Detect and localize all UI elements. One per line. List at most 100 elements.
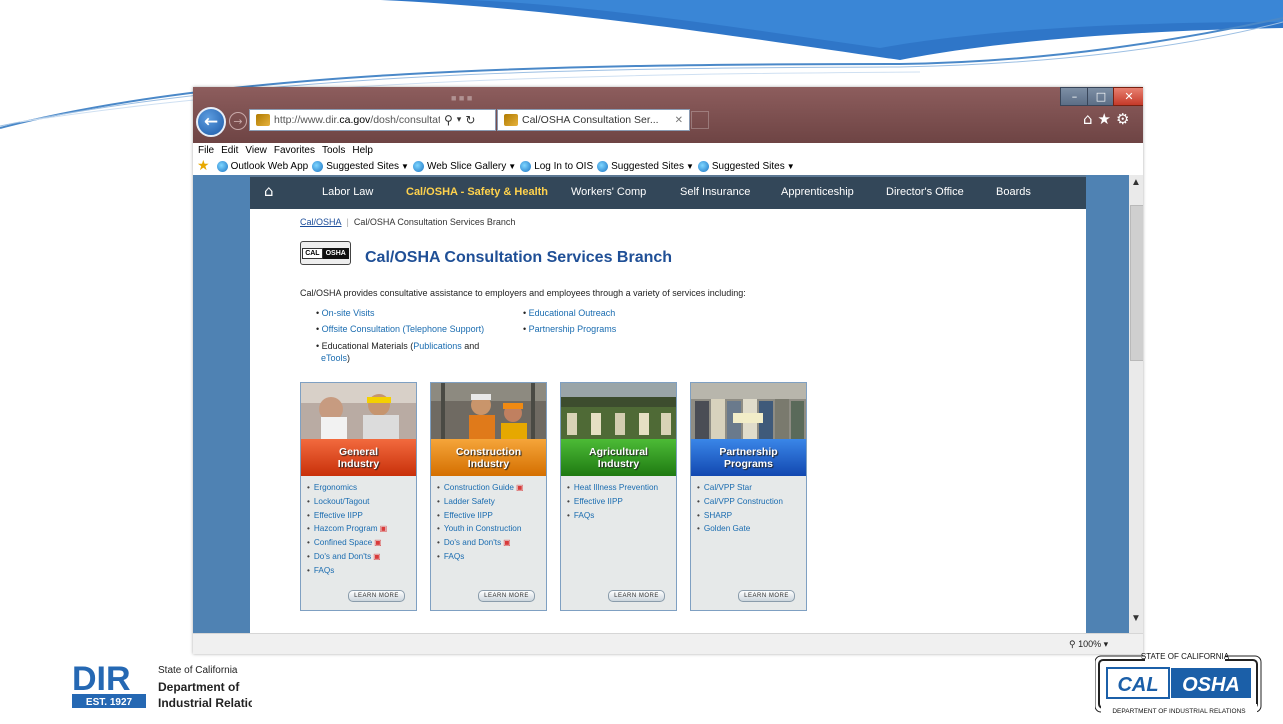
maximize-button[interactable]: □ (1087, 87, 1115, 106)
card-band: General Industry (301, 439, 416, 476)
menu-tools[interactable]: Tools (322, 145, 345, 156)
site-favicon-icon (256, 114, 270, 126)
card-link[interactable]: Construction Guide (444, 483, 514, 492)
service-link-onsite-visits[interactable]: On-site Visits (322, 308, 375, 318)
menu-file[interactable]: File (198, 145, 214, 156)
cal-bottom-text: DEPARTMENT OF INDUSTRIAL RELATIONS (1112, 708, 1246, 715)
menu-edit[interactable]: Edit (221, 145, 238, 156)
dropdown-arrow-icon[interactable]: ▾ (457, 115, 462, 125)
new-tab-button[interactable] (691, 111, 709, 129)
browser-titlebar: ■ ■ ■ – □ ✕ ← → http://www.dir.ca.gov/do… (193, 87, 1143, 143)
service-item: • Educational Outreach (523, 308, 616, 318)
star-icon[interactable]: ★ (1098, 110, 1116, 128)
card-general-industry: General Industry • Ergonomics • Lockout/Tag… (300, 382, 417, 611)
service-link-publications[interactable]: Publications (413, 341, 462, 351)
card-link[interactable]: Lockout/Tagout (314, 497, 370, 506)
card-link[interactable]: Golden Gate (704, 524, 750, 533)
card-link[interactable]: Do's and Don'ts (444, 538, 501, 547)
vertical-scrollbar[interactable]: ▲ ▼ (1129, 175, 1143, 633)
home-icon[interactable]: ⌂ (264, 182, 274, 200)
home-icon[interactable]: ⌂ (1083, 110, 1098, 128)
fav-suggested-sites-3[interactable]: Suggested Sites (712, 161, 785, 172)
scroll-down-arrow-icon[interactable]: ▼ (1129, 613, 1143, 627)
menu-view[interactable]: View (245, 145, 267, 156)
service-link-educational-outreach[interactable]: Educational Outreach (529, 308, 616, 318)
learn-more-button[interactable]: LEARN MORE (478, 590, 535, 602)
gear-icon[interactable]: ⚙ (1116, 110, 1134, 128)
dropdown-arrow-icon[interactable]: ▼ (787, 162, 795, 171)
card-link[interactable]: Heat Illness Prevention (574, 483, 658, 492)
status-bar: ⚲ 100% ▾ (193, 633, 1143, 654)
card-link[interactable]: Effective IIPP (444, 511, 493, 520)
ie-icon (312, 160, 324, 172)
search-icon[interactable]: ⚲ (444, 113, 453, 127)
service-link-etools[interactable]: eTools (321, 353, 347, 363)
close-button[interactable]: ✕ (1113, 87, 1143, 106)
service-link-offsite-consultation[interactable]: Offsite Consultation (Telephone Support) (322, 324, 484, 334)
dir-line3: Industrial Relations (158, 696, 252, 710)
card-body: • Ergonomics • Lockout/Tagout • Effective I… (301, 476, 416, 610)
tab-title: Cal/OSHA Consultation Ser... (522, 114, 659, 126)
card-link[interactable]: Youth in Construction (444, 524, 522, 533)
zoom-icon: ⚲ (1069, 639, 1076, 649)
card-link[interactable]: FAQs (574, 511, 594, 520)
nav-boards[interactable]: Boards (996, 186, 1031, 198)
nav-directors-office[interactable]: Director's Office (886, 186, 964, 198)
scroll-thumb[interactable] (1130, 205, 1143, 361)
card-link[interactable]: Effective IIPP (574, 497, 623, 506)
tab-close-icon[interactable]: ✕ (675, 115, 683, 126)
learn-more-button[interactable]: LEARN MORE (608, 590, 665, 602)
card-link[interactable]: Cal/VPP Star (704, 483, 752, 492)
card-link[interactable]: SHARP (704, 511, 732, 520)
fav-outlook-web-app[interactable]: Outlook Web App (231, 161, 309, 172)
card-link[interactable]: Effective IIPP (314, 511, 363, 520)
nav-self-insurance[interactable]: Self Insurance (680, 186, 750, 198)
forward-arrow-icon[interactable]: → (229, 112, 247, 130)
cal-right-text: OSHA (1182, 674, 1240, 696)
construction-industry-photo (431, 383, 546, 439)
learn-more-button[interactable]: LEARN MORE (738, 590, 795, 602)
menu-favorites[interactable]: Favorites (274, 145, 315, 156)
nav-apprenticeship[interactable]: Apprenticeship (781, 186, 854, 198)
fav-log-in-to-ois[interactable]: Log In to OIS (534, 161, 593, 172)
fav-web-slice-gallery[interactable]: Web Slice Gallery (427, 161, 506, 172)
card-link[interactable]: Confined Space (314, 538, 372, 547)
card-link[interactable]: Do's and Don'ts (314, 552, 371, 561)
browser-tool-icons: ⌂★⚙ (1083, 110, 1134, 128)
logo-cal-text: CAL (302, 247, 323, 259)
dropdown-arrow-icon[interactable]: ▼ (686, 162, 694, 171)
nav-workers-comp[interactable]: Workers' Comp (571, 186, 646, 198)
card-title: Agricultural Industry (589, 445, 648, 470)
favorites-star-icon[interactable]: ★ (197, 158, 210, 174)
favorites-bar: ★ Outlook Web App Suggested Sites ▼ Web … (193, 157, 1143, 175)
dir-line2: Department of (158, 680, 240, 694)
card-link[interactable]: Cal/VPP Construction (704, 497, 783, 506)
card-title: Construction Industry (455, 445, 522, 470)
card-link[interactable]: Ladder Safety (444, 497, 495, 506)
dropdown-arrow-icon[interactable]: ▼ (508, 162, 516, 171)
card-link[interactable]: Ergonomics (314, 483, 357, 492)
scroll-up-arrow-icon[interactable]: ▲ (1129, 177, 1143, 189)
dir-logo: DIR EST. 1927 State of California Depart… (72, 660, 252, 710)
back-arrow-icon[interactable]: ← (196, 107, 226, 137)
breadcrumb-link-calosha[interactable]: Cal/OSHA (300, 217, 342, 227)
minimize-button[interactable]: – (1060, 87, 1089, 106)
pdf-icon: ▣ (503, 538, 511, 548)
refresh-icon[interactable]: ↻ (465, 113, 475, 127)
card-link[interactable]: FAQs (444, 552, 464, 561)
service-link-partnership-programs[interactable]: Partnership Programs (529, 324, 617, 334)
address-bar[interactable]: http://www.dir.ca.gov/dosh/consultatio ⚲… (249, 109, 496, 131)
consultation-logo: CAL OSHA (300, 241, 351, 265)
fav-suggested-sites[interactable]: Suggested Sites (326, 161, 399, 172)
dropdown-arrow-icon[interactable]: ▼ (401, 162, 409, 171)
zoom-control[interactable]: ⚲ 100% ▾ (1069, 639, 1108, 650)
general-industry-photo (301, 383, 416, 439)
browser-tab[interactable]: Cal/OSHA Consultation Ser... ✕ (497, 109, 690, 131)
card-link[interactable]: Hazcom Program (314, 524, 378, 533)
card-link[interactable]: FAQs (314, 566, 334, 575)
nav-labor-law[interactable]: Labor Law (322, 186, 373, 198)
menu-help[interactable]: Help (352, 145, 373, 156)
learn-more-button[interactable]: LEARN MORE (348, 590, 405, 602)
fav-suggested-sites-2[interactable]: Suggested Sites (611, 161, 684, 172)
nav-calosha-safety-health[interactable]: Cal/OSHA - Safety & Health (406, 186, 548, 198)
